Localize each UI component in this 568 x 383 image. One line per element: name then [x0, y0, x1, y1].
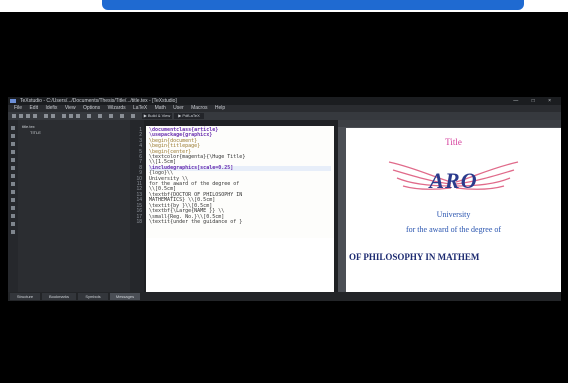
special-chars-icon[interactable]	[11, 198, 15, 202]
structure-panel-icon[interactable]	[11, 126, 15, 130]
build-view-button[interactable]: ▶ Build & View	[142, 113, 172, 119]
greek-icon[interactable]	[11, 150, 15, 154]
line-number: 18	[136, 218, 142, 225]
window-controls[interactable]: — □ ×	[513, 97, 557, 105]
paste-icon[interactable]	[76, 114, 80, 118]
menu-user[interactable]: User	[173, 105, 184, 111]
save-icon[interactable]	[26, 114, 30, 118]
save-all-icon[interactable]	[33, 114, 37, 118]
tab-symbols[interactable]: Symbols	[78, 293, 108, 300]
side-panel-strip	[8, 120, 18, 292]
delimiters-icon[interactable]	[11, 182, 15, 186]
find-icon[interactable]	[98, 114, 102, 118]
tab-bookmarks[interactable]: Bookmarks	[42, 293, 76, 300]
preview-university: University	[436, 210, 471, 219]
menu-view[interactable]: View	[65, 105, 76, 111]
structure-root[interactable]: title.tex	[22, 124, 35, 129]
relations-icon[interactable]	[11, 166, 15, 170]
cyrillic-icon[interactable]	[11, 206, 15, 210]
view-icon[interactable]	[131, 114, 135, 118]
menu-bar: File Edit Idefix View Options Wizards La…	[8, 105, 561, 112]
editor-empty-area[interactable]	[146, 238, 334, 292]
menu-wizards[interactable]: Wizards	[108, 105, 126, 111]
pdf-viewer-toolbar	[338, 120, 561, 127]
pdf-viewer: Title ARO University for the award of th…	[338, 120, 561, 292]
menu-help[interactable]: Help	[215, 105, 225, 111]
format-icon[interactable]	[109, 114, 113, 118]
window-title: TeXstudio - C:/Users/.../Documents/Thesi…	[20, 98, 177, 104]
preview-award-line: for the award of the degree of	[405, 225, 502, 234]
metapost-icon[interactable]	[11, 222, 15, 226]
structure-panel: title.tex TITLE	[18, 120, 131, 292]
tikz-icon[interactable]	[11, 230, 15, 234]
operators-icon[interactable]	[11, 174, 15, 178]
video-top-bar	[102, 0, 524, 10]
aro-logo: ARO	[346, 161, 561, 194]
code-editor[interactable]: 1 2 3 4 5 6 7 8 9 10 11 12 13 14 15 16 1…	[130, 120, 338, 292]
logo-text: ARO	[429, 168, 478, 193]
arrows-icon[interactable]	[11, 158, 15, 162]
bookmarks-panel-icon[interactable]	[11, 134, 15, 138]
open-file-icon[interactable]	[19, 114, 23, 118]
bottom-tab-bar: Structure Bookmarks Symbols Messages	[8, 292, 561, 301]
menu-options[interactable]: Options	[83, 105, 100, 111]
structure-item-title[interactable]: TITLE	[30, 130, 41, 135]
tab-messages[interactable]: Messages	[110, 293, 140, 300]
compile-icon[interactable]	[120, 114, 124, 118]
app-logo-icon	[10, 99, 16, 103]
menu-idefix[interactable]: Idefix	[45, 105, 57, 111]
title-bar: TeXstudio - C:/Users/.../Documents/Thesi…	[8, 97, 561, 105]
code-line: \textit{under the guidance of }	[149, 218, 243, 225]
spellcheck-icon[interactable]	[87, 114, 91, 118]
pdf-page[interactable]: Title ARO University for the award of th…	[346, 128, 561, 292]
toolbar: ▶ Build & View ▶ PdfLaTeX	[8, 112, 561, 120]
menu-latex[interactable]: LaTeX	[133, 105, 147, 111]
symbols-icon[interactable]	[11, 142, 15, 146]
new-file-icon[interactable]	[12, 114, 16, 118]
compiler-select[interactable]: ▶ PdfLaTeX	[174, 113, 204, 119]
misc-math-icon[interactable]	[11, 190, 15, 194]
menu-macros[interactable]: Macros	[191, 105, 207, 111]
menu-file[interactable]: File	[14, 105, 22, 111]
undo-icon[interactable]	[44, 114, 48, 118]
preview-degree: OF PHILOSOPHY IN MATHEM	[349, 252, 480, 262]
cut-icon[interactable]	[62, 114, 66, 118]
line-number-gutter: 1 2 3 4 5 6 7 8 9 10 11 12 13 14 15 16 1…	[130, 120, 144, 292]
tab-structure[interactable]: Structure	[10, 293, 40, 300]
texstudio-window: TeXstudio - C:/Users/.../Documents/Thesi…	[8, 97, 561, 301]
menu-edit[interactable]: Edit	[29, 105, 38, 111]
redo-icon[interactable]	[51, 114, 55, 118]
copy-icon[interactable]	[69, 114, 73, 118]
code-text-area[interactable]: \documentclass{article} \usepackage{grap…	[146, 126, 334, 238]
menu-math[interactable]: Math	[155, 105, 166, 111]
preview-title: Title	[445, 137, 462, 147]
pstricks-icon[interactable]	[11, 214, 15, 218]
